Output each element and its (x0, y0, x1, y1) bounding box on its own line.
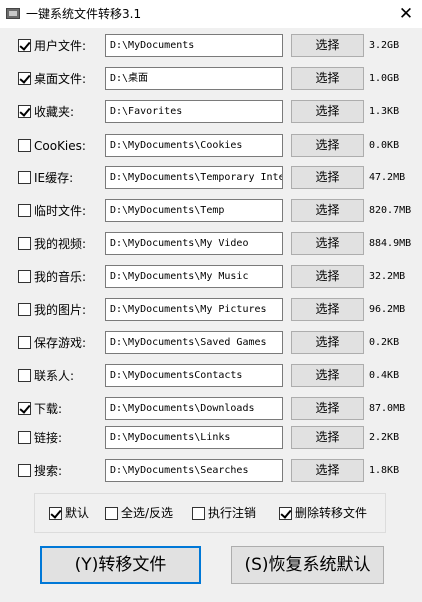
folder-path-input[interactable]: D:\MyDocuments\My Video (105, 232, 283, 255)
folder-row: 我的视频: D:\MyDocuments\My Video 选择 884.9MB (0, 232, 422, 256)
choose-button[interactable]: 选择 (291, 67, 364, 90)
option-logoff-checkbox[interactable] (192, 507, 205, 520)
folder-size: 1.0GB (369, 73, 400, 84)
folder-label: 搜索: (34, 464, 63, 478)
folder-path-input[interactable]: D:\MyDocuments\Searches (105, 459, 283, 482)
folder-size: 3.2GB (369, 40, 400, 51)
folder-row: 收藏夹: D:\Favorites 选择 1.3KB (0, 100, 422, 124)
choose-button[interactable]: 选择 (291, 199, 364, 222)
folder-path-input[interactable]: D:\MyDocuments\Temp (105, 199, 283, 222)
folder-checkbox[interactable] (18, 237, 31, 250)
folder-checkbox[interactable] (18, 39, 31, 52)
folder-path-input[interactable]: D:\MyDocuments\Links (105, 426, 283, 449)
folder-row: 用户文件: D:\MyDocuments 选择 3.2GB (0, 34, 422, 58)
app-icon (6, 8, 20, 19)
choose-button[interactable]: 选择 (291, 134, 364, 157)
folder-row: IE缓存: D:\MyDocuments\Temporary Inte 选择 47.2… (0, 166, 422, 190)
folder-path-input[interactable]: D:\MyDocuments\My Music (105, 265, 283, 288)
folder-size: 0.0KB (369, 140, 400, 151)
folder-path-input[interactable]: D:\MyDocuments (105, 34, 283, 57)
folder-checkbox[interactable] (18, 204, 31, 217)
choose-button[interactable]: 选择 (291, 166, 364, 189)
folder-checkbox[interactable] (18, 464, 31, 477)
folder-row: 我的图片: D:\MyDocuments\My Pictures 选择 96.2MB (0, 298, 422, 322)
folder-checkbox[interactable] (18, 105, 31, 118)
folder-row: CooKies: D:\MyDocuments\Cookies 选择 0.0KB (0, 134, 422, 158)
folder-size: 96.2MB (369, 304, 406, 315)
close-button[interactable]: ✕ (390, 0, 422, 28)
folder-size: 32.2MB (369, 271, 406, 282)
folder-row: 桌面文件: D:\桌面 选择 1.0GB (0, 67, 422, 91)
folder-row: 保存游戏: D:\MyDocuments\Saved Games 选择 0.2KB (0, 331, 422, 355)
folder-size: 2.2KB (369, 432, 400, 443)
options-group: 默认 全选/反选 执行注销 删除转移文件 (34, 493, 386, 533)
folder-checkbox[interactable] (18, 139, 31, 152)
folder-path-input[interactable]: D:\MyDocuments\Downloads (105, 397, 283, 420)
option-default-label: 默认 (65, 506, 90, 520)
folder-checkbox[interactable] (18, 336, 31, 349)
folder-label: 临时文件: (34, 204, 87, 218)
choose-button[interactable]: 选择 (291, 426, 364, 449)
folder-label: 链接: (34, 431, 63, 445)
folder-size: 0.2KB (369, 337, 400, 348)
folder-path-input[interactable]: D:\桌面 (105, 67, 283, 90)
folder-row: 链接: D:\MyDocuments\Links 选择 2.2KB (0, 426, 422, 450)
option-delete-moved-checkbox[interactable] (279, 507, 292, 520)
folder-label: 我的音乐: (34, 270, 87, 284)
folder-row: 临时文件: D:\MyDocuments\Temp 选择 820.7MB (0, 199, 422, 223)
option-delete-moved-label: 删除转移文件 (295, 506, 368, 520)
folder-label: 收藏夹: (34, 105, 75, 119)
folder-path-input[interactable]: D:\MyDocuments\My Pictures (105, 298, 283, 321)
choose-button[interactable]: 选择 (291, 459, 364, 482)
folder-row: 联系人: D:\MyDocumentsContacts 选择 0.4KB (0, 364, 422, 388)
transfer-button[interactable]: (Y)转移文件 (40, 546, 201, 584)
choose-button[interactable]: 选择 (291, 232, 364, 255)
choose-button[interactable]: 选择 (291, 34, 364, 57)
folder-path-input[interactable]: D:\MyDocuments\Saved Games (105, 331, 283, 354)
folder-label: 我的视频: (34, 237, 87, 251)
folder-label: 联系人: (34, 369, 75, 383)
folder-size: 0.4KB (369, 370, 400, 381)
folder-checkbox[interactable] (18, 369, 31, 382)
option-select-all-checkbox[interactable] (105, 507, 118, 520)
folder-label: 用户文件: (34, 39, 87, 53)
folder-checkbox[interactable] (18, 270, 31, 283)
folder-path-input[interactable]: D:\MyDocuments\Cookies (105, 134, 283, 157)
folder-row: 搜索: D:\MyDocuments\Searches 选择 1.8KB (0, 459, 422, 483)
folder-checkbox[interactable] (18, 171, 31, 184)
folder-label: 下载: (34, 402, 63, 416)
folder-size: 884.9MB (369, 238, 412, 249)
folder-row: 我的音乐: D:\MyDocuments\My Music 选择 32.2MB (0, 265, 422, 289)
folder-checkbox[interactable] (18, 431, 31, 444)
choose-button[interactable]: 选择 (291, 100, 364, 123)
folder-size: 1.8KB (369, 465, 400, 476)
folder-size: 47.2MB (369, 172, 406, 183)
folder-label: 我的图片: (34, 303, 87, 317)
choose-button[interactable]: 选择 (291, 265, 364, 288)
folder-label: 桌面文件: (34, 72, 87, 86)
title-bar: 一键系统文件转移3.1 ✕ (0, 0, 422, 28)
choose-button[interactable]: 选择 (291, 298, 364, 321)
option-logoff-label: 执行注销 (208, 506, 257, 520)
folder-checkbox[interactable] (18, 303, 31, 316)
folder-size: 87.0MB (369, 403, 406, 414)
folder-label: IE缓存: (34, 171, 74, 185)
choose-button[interactable]: 选择 (291, 364, 364, 387)
folder-path-input[interactable]: D:\MyDocumentsContacts (105, 364, 283, 387)
window-title: 一键系统文件转移3.1 (26, 7, 142, 21)
folder-path-input[interactable]: D:\Favorites (105, 100, 283, 123)
choose-button[interactable]: 选择 (291, 331, 364, 354)
folder-row: 下载: D:\MyDocuments\Downloads 选择 87.0MB (0, 397, 422, 421)
folder-size: 820.7MB (369, 205, 412, 216)
choose-button[interactable]: 选择 (291, 397, 364, 420)
option-select-all-label: 全选/反选 (121, 506, 174, 520)
folder-label: 保存游戏: (34, 336, 87, 350)
folder-size: 1.3KB (369, 106, 400, 117)
restore-default-button[interactable]: (S)恢复系统默认 (231, 546, 384, 584)
folder-checkbox[interactable] (18, 402, 31, 415)
folder-label: CooKies: (34, 139, 86, 153)
option-default-checkbox[interactable] (49, 507, 62, 520)
folder-path-input[interactable]: D:\MyDocuments\Temporary Inte (105, 166, 283, 189)
folder-checkbox[interactable] (18, 72, 31, 85)
